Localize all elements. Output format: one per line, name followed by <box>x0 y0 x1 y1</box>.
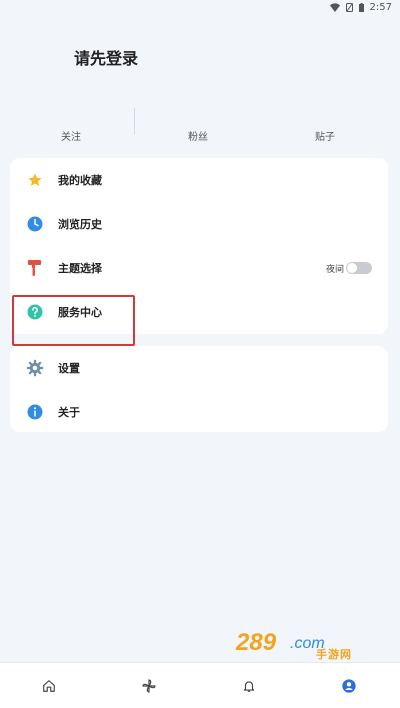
menu-item-settings[interactable]: 设置 <box>10 346 388 390</box>
menu-item-history[interactable]: 浏览历史 <box>10 202 388 246</box>
wifi-icon <box>329 2 340 12</box>
pinwheel-icon <box>142 679 156 693</box>
stats-divider <box>134 108 135 134</box>
watermark-289-logo: 289 .com <box>235 629 325 656</box>
night-mode-label: 夜间 <box>325 264 344 275</box>
menu-item-favorites[interactable]: 我的收藏 <box>10 158 388 202</box>
menu-label-theme: 主题选择 <box>58 262 102 275</box>
watermark-logo: 289 .com 手游网 <box>232 628 382 664</box>
stat-posts[interactable]: 贴子 <box>315 128 335 143</box>
menu-label-favorites: 我的收藏 <box>58 174 102 187</box>
home-icon <box>43 680 55 692</box>
clock-icon <box>25 214 45 234</box>
gear-icon <box>25 358 45 378</box>
menu-item-theme[interactable]: 主题选择 夜间 <box>10 246 388 290</box>
nav-home[interactable] <box>38 675 60 697</box>
menu-label-history: 浏览历史 <box>58 218 102 231</box>
stat-following[interactable]: 关注 <box>61 128 81 143</box>
star-icon <box>25 170 45 190</box>
no-sim-icon <box>345 2 353 12</box>
nav-notifications[interactable] <box>238 675 260 697</box>
bell-icon <box>243 681 255 692</box>
nav-discover[interactable] <box>138 675 160 697</box>
stats-row: 关注 粉丝 贴子 <box>0 108 400 150</box>
highlight-box <box>12 295 135 346</box>
user-icon <box>342 679 356 693</box>
menu-label-settings: 设置 <box>58 362 80 375</box>
bottom-nav <box>0 662 400 708</box>
login-prompt[interactable]: 请先登录 <box>74 45 138 69</box>
toggle-knob <box>347 263 357 273</box>
status-time: 2:57 <box>369 1 392 13</box>
status-bar: 2:57 <box>0 0 400 14</box>
svg-text:289: 289 <box>235 629 277 656</box>
night-mode-toggle[interactable] <box>346 262 372 274</box>
paint-roller-icon <box>25 258 45 278</box>
nav-profile[interactable] <box>338 675 360 697</box>
info-icon <box>25 402 45 422</box>
battery-icon <box>358 2 364 12</box>
stat-fans[interactable]: 粉丝 <box>188 128 208 143</box>
menu-item-about[interactable]: 关于 <box>10 390 388 434</box>
watermark-text: 手游网 <box>316 648 352 661</box>
menu-label-about: 关于 <box>58 406 80 419</box>
menu-card-secondary: 设置 关于 <box>10 346 388 432</box>
